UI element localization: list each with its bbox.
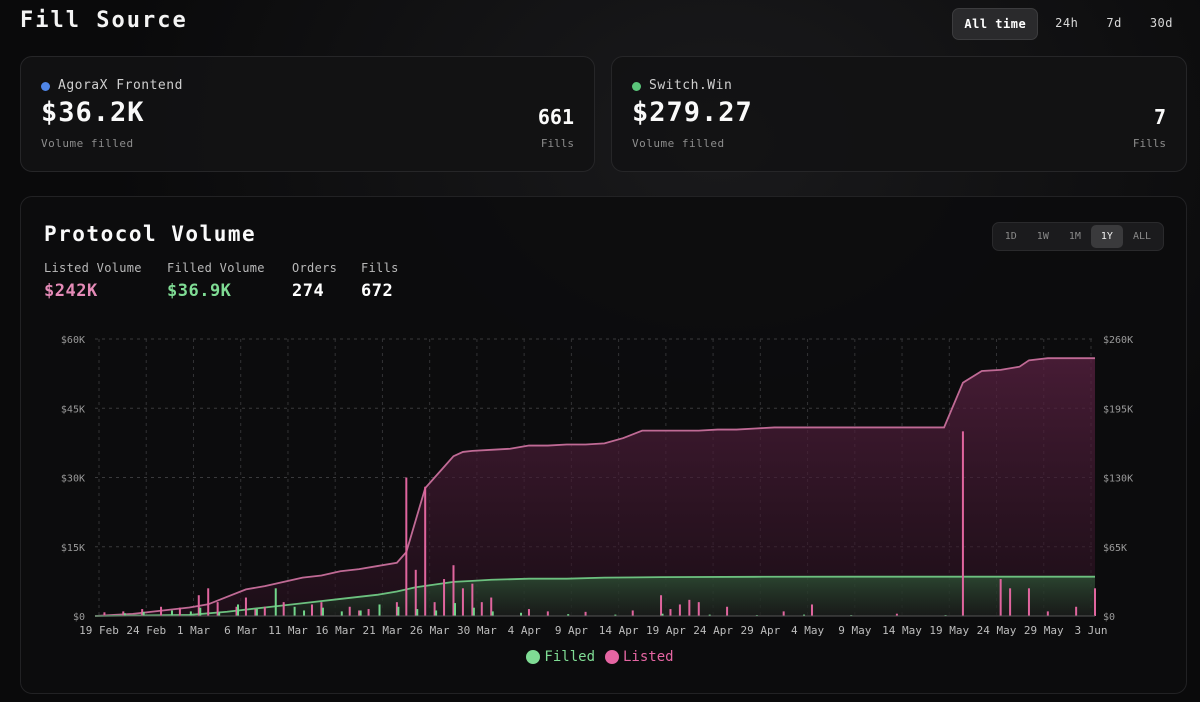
listed-daily-bar [1027, 588, 1030, 616]
listed-daily-bar [424, 486, 427, 616]
listed-daily-bar [527, 609, 530, 616]
listed-daily-bar [584, 611, 587, 616]
listed-daily-bar [631, 610, 634, 616]
y-right-tick-label: $65K [1103, 543, 1127, 554]
filled-daily-bar [142, 611, 145, 616]
listed-daily-bar [810, 604, 813, 616]
y-left-tick-label: $45K [61, 404, 85, 415]
x-tick-label: 3 Jun [1074, 624, 1107, 637]
listed-daily-bar [697, 602, 700, 616]
x-tick-label: 30 Mar [457, 624, 497, 637]
x-tick-label: 14 May [882, 624, 922, 637]
listed-daily-bar [1094, 588, 1096, 616]
legend-label: Filled [544, 649, 595, 665]
y-right-tick-label: $130K [1103, 474, 1133, 485]
x-tick-label: 19 Apr [646, 624, 686, 637]
legend-item-listed[interactable]: Listed [605, 649, 674, 665]
x-tick-label: 16 Mar [315, 624, 355, 637]
listed-daily-bar [782, 611, 785, 616]
listed-daily-bar [1046, 611, 1049, 616]
listed-daily-bar [669, 609, 672, 616]
legend-swatch-icon [526, 650, 541, 664]
filled-daily-bar [435, 610, 438, 616]
listed-daily-bar [405, 477, 408, 616]
x-tick-label: 9 Apr [555, 624, 588, 637]
filled-daily-bar [170, 610, 173, 616]
x-tick-label: 14 Apr [599, 624, 639, 637]
filled-daily-bar [321, 607, 324, 616]
listed-daily-bar [1075, 606, 1078, 616]
chart-legend: Filled Listed [0, 649, 1200, 665]
y-left-tick-label: $0 [73, 612, 85, 623]
listed-daily-bar [367, 609, 370, 616]
x-tick-label: 24 May [977, 624, 1017, 637]
listed-daily-bar [103, 612, 106, 616]
legend-swatch-icon [605, 650, 619, 664]
filled-daily-bar [340, 611, 343, 616]
y-right-tick-label: $260K [1103, 335, 1133, 346]
listed-daily-bar [726, 606, 729, 616]
y-right-tick-label: $0 [1103, 612, 1115, 623]
filled-daily-bar [472, 607, 475, 616]
y-left-tick-label: $15K [61, 543, 85, 554]
y-left-tick-label: $30K [61, 474, 85, 485]
filled-daily-bar [378, 604, 381, 616]
listed-daily-bar [688, 599, 691, 616]
listed-daily-bar [244, 597, 247, 616]
x-tick-label: 1 Mar [177, 624, 210, 637]
filled-daily-bar [303, 610, 306, 616]
protocol-volume-chart[interactable]: $0 $0 $15K $65K $30K $130K $45K $195K $60K $260K 1… [0, 0, 1200, 702]
listed-daily-bar [546, 611, 549, 616]
filled-daily-bar [293, 606, 296, 616]
listed-daily-bar [282, 602, 285, 616]
x-tick-label: 4 Apr [508, 624, 541, 637]
filled-daily-bar [255, 609, 258, 616]
listed-daily-bar [178, 607, 181, 616]
listed-daily-bar [348, 606, 351, 616]
listed-daily-bar [160, 606, 163, 616]
y-left-tick-label: $60K [61, 335, 85, 346]
x-tick-label: 4 May [791, 624, 824, 637]
x-tick-label: 9 May [838, 624, 871, 637]
listed-daily-bar [263, 606, 266, 616]
x-tick-label: 26 Mar [410, 624, 450, 637]
x-tick-label: 6 Mar [224, 624, 257, 637]
x-tick-label: 11 Mar [268, 624, 308, 637]
filled-daily-bar [491, 611, 494, 616]
filled-daily-bar [359, 610, 362, 616]
filled-daily-bar [218, 612, 221, 616]
x-tick-label: 19 May [929, 624, 969, 637]
listed-daily-bar [1009, 588, 1012, 616]
x-tick-label: 29 May [1024, 624, 1064, 637]
legend-item-filled[interactable]: Filled [526, 649, 595, 665]
filled-daily-bar [237, 604, 240, 616]
filled-daily-bar [416, 609, 419, 616]
listed-daily-bar [999, 579, 1002, 616]
listed-daily-bar [480, 602, 483, 616]
y-right-tick-label: $195K [1103, 404, 1133, 415]
x-tick-label: 24 Feb [126, 624, 166, 637]
filled-daily-bar [199, 607, 202, 616]
x-tick-label: 24 Apr [693, 624, 733, 637]
listed-daily-bar [660, 595, 663, 616]
listed-daily-bar [207, 588, 210, 616]
listed-daily-bar [443, 579, 446, 616]
listed-daily-bar [461, 588, 464, 616]
legend-label: Listed [623, 649, 674, 665]
filled-daily-bar [274, 588, 277, 616]
filled-daily-bar [397, 606, 400, 616]
listed-daily-bar [678, 604, 681, 616]
x-tick-label: 21 Mar [363, 624, 403, 637]
x-tick-label: 29 Apr [740, 624, 780, 637]
x-tick-label: 19 Feb [79, 624, 119, 637]
listed-daily-bar [310, 604, 313, 616]
listed-daily-bar [961, 431, 964, 616]
filled-daily-bar [189, 611, 192, 616]
filled-daily-bar [453, 603, 456, 616]
